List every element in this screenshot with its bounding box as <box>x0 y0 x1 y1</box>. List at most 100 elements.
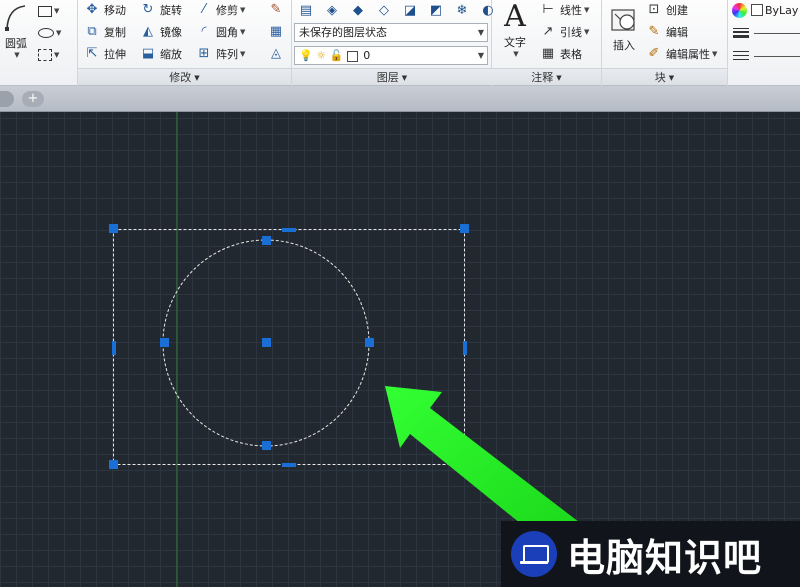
chevron-down-icon: ▼ <box>14 51 20 59</box>
array-button[interactable]: ⊞ 阵列 ▼ <box>196 44 246 64</box>
move-label: 移动 <box>104 4 126 17</box>
layer-state-icon[interactable]: ◈ <box>322 2 342 20</box>
annotation-panel: A 文字 ▼ ⊢ 线性 ▼ ↗ 引线 ▼ ▦ 表格 注释 ▼ <box>492 0 602 86</box>
grip-circle-bottom[interactable] <box>262 441 271 450</box>
grip-circle-center[interactable] <box>262 338 271 347</box>
chevron-down-icon: ▼ <box>584 6 590 14</box>
insert-block-icon <box>611 9 635 31</box>
draw-panel: 圆弧 ▼ ▼ ▼ ▼ <box>0 0 78 86</box>
rotate-button[interactable]: ↻ 旋转 <box>140 0 182 20</box>
match-properties-button[interactable]: ByLay <box>732 0 798 20</box>
leader-button[interactable]: ↗ 引线 ▼ <box>540 22 590 42</box>
chevron-down-icon: ▼ <box>240 50 246 58</box>
linetype-preview[interactable] <box>754 56 800 57</box>
layer-state-dropdown[interactable]: 未保存的图层状态 ▼ <box>294 23 488 42</box>
mirror-icon: ◭ <box>143 24 153 39</box>
edit-attributes-icon: ✐ <box>648 46 660 61</box>
drawing-svg <box>109 112 592 587</box>
stretch-label: 拉伸 <box>104 48 126 61</box>
drawing-canvas[interactable] <box>0 112 800 587</box>
bulb-icon: 💡 <box>299 49 313 62</box>
array-icon: ⊞ <box>198 46 210 61</box>
color-swatch <box>751 4 763 16</box>
grip-circle-left[interactable] <box>160 338 169 347</box>
grip-rect-top-left[interactable] <box>109 224 118 233</box>
rectangle-icon <box>38 5 52 17</box>
trim-button[interactable]: ⁄ 修剪 ▼ <box>196 0 245 20</box>
table-button[interactable]: ▦ 表格 <box>540 44 582 64</box>
layer-unisolate-icon[interactable]: ◩ <box>426 2 446 20</box>
linetype-icon[interactable] <box>733 50 749 60</box>
trim-icon: ⁄ <box>202 2 206 17</box>
layer-color-swatch <box>346 50 358 62</box>
grip-rect-bottom-left[interactable] <box>109 460 118 469</box>
offset-icon: ◬ <box>271 46 281 61</box>
edit-attributes-button[interactable]: ✐ 编辑属性 ▼ <box>646 44 718 64</box>
object-color-value[interactable]: ByLay <box>765 4 798 17</box>
modify-panel-title[interactable]: 修改 ▼ <box>78 68 291 85</box>
layer-isolate-icon[interactable]: ◪ <box>400 2 420 20</box>
copy-icon: ⧉ <box>87 24 97 39</box>
layer-properties-icon[interactable]: ▤ <box>296 2 316 20</box>
grip-rect-top-mid[interactable] <box>282 228 296 232</box>
document-tab-strip: + <box>0 86 800 112</box>
ellipse-button[interactable]: ▼ <box>38 24 61 42</box>
arc-button[interactable]: 圆弧 ▼ <box>2 2 30 62</box>
layers-panel-title[interactable]: 图层 ▼ <box>292 68 492 85</box>
move-icon: ✥ <box>86 2 98 17</box>
move-button[interactable]: ✥ 移动 <box>84 0 126 20</box>
drawing-tab[interactable] <box>0 91 14 107</box>
block-panel-title[interactable]: 块 ▼ <box>602 68 727 85</box>
color-wheel-icon <box>732 2 747 18</box>
rectangle-button[interactable]: ▼ <box>38 2 59 20</box>
layer-dropdown[interactable]: 💡 ☼ 🔓 0 ▼ <box>294 46 488 65</box>
fillet-button[interactable]: ◜ 圆角 ▼ <box>196 22 245 42</box>
erase-icon: ✎ <box>270 2 282 17</box>
leader-label: 引线 <box>560 26 582 39</box>
linear-dimension-icon: ⊢ <box>542 2 554 17</box>
grip-rect-top-right[interactable] <box>460 224 469 233</box>
copy-button[interactable]: ⧉ 复制 <box>84 22 126 42</box>
annotation-panel-title[interactable]: 注释 ▼ <box>492 68 601 85</box>
trim-label: 修剪 <box>216 4 238 17</box>
erase-button[interactable]: ✎ <box>268 0 288 20</box>
grip-circle-right[interactable] <box>365 338 374 347</box>
scale-button[interactable]: ⬓ 缩放 <box>140 44 182 64</box>
grip-circle-top[interactable] <box>262 236 271 245</box>
grip-rect-left-mid[interactable] <box>112 341 116 355</box>
ellipse-icon <box>38 28 54 38</box>
watermark-text: 电脑知识吧 <box>567 535 763 580</box>
array-label: 阵列 <box>216 48 238 61</box>
leader-icon: ↗ <box>542 24 554 39</box>
mirror-button[interactable]: ◭ 镜像 <box>140 22 182 42</box>
new-tab-button[interactable]: + <box>22 91 44 107</box>
lineweight-icon[interactable] <box>733 27 749 39</box>
layer-previous-icon[interactable]: ◇ <box>374 2 394 20</box>
create-block-button[interactable]: ⊡ 创建 <box>646 0 688 20</box>
text-button[interactable]: A 文字 ▼ <box>498 0 532 58</box>
stretch-button[interactable]: ⇱ 拉伸 <box>84 44 126 64</box>
current-layer-value: 0 <box>363 49 371 62</box>
watermark: 电脑知识吧 <box>501 521 800 587</box>
sun-icon: ☼ <box>316 49 327 62</box>
edit-block-button[interactable]: ✎ 编辑 <box>646 22 688 42</box>
grip-rect-bottom-mid[interactable] <box>282 463 296 467</box>
chevron-down-icon: ▼ <box>668 73 675 82</box>
table-label: 表格 <box>560 48 582 61</box>
text-label: 文字 <box>504 36 526 49</box>
layer-match-icon[interactable]: ◆ <box>348 2 368 20</box>
hatch-button[interactable]: ▼ <box>38 46 59 64</box>
rotate-label: 旋转 <box>160 4 182 17</box>
scale-icon: ⬓ <box>141 46 155 61</box>
insert-button[interactable]: 插入 <box>606 6 642 53</box>
lineweight-preview[interactable] <box>754 33 800 34</box>
explode-button[interactable]: ▦ <box>268 22 288 42</box>
linear-dimension-button[interactable]: ⊢ 线性 ▼ <box>540 0 589 20</box>
ribbon: 圆弧 ▼ ▼ ▼ ▼ ✥ 移动 ↻ 旋转 ⁄ 修剪 ▼ ✎ ⧉ 复制 ◭ 镜像 … <box>0 0 800 86</box>
grip-rect-right-mid[interactable] <box>463 341 467 355</box>
offset-button[interactable]: ◬ <box>268 44 288 64</box>
plus-icon: + <box>27 91 39 106</box>
layer-freeze-icon[interactable]: ❄ <box>452 2 472 20</box>
table-icon: ▦ <box>541 46 555 61</box>
create-block-icon: ⊡ <box>648 2 660 17</box>
